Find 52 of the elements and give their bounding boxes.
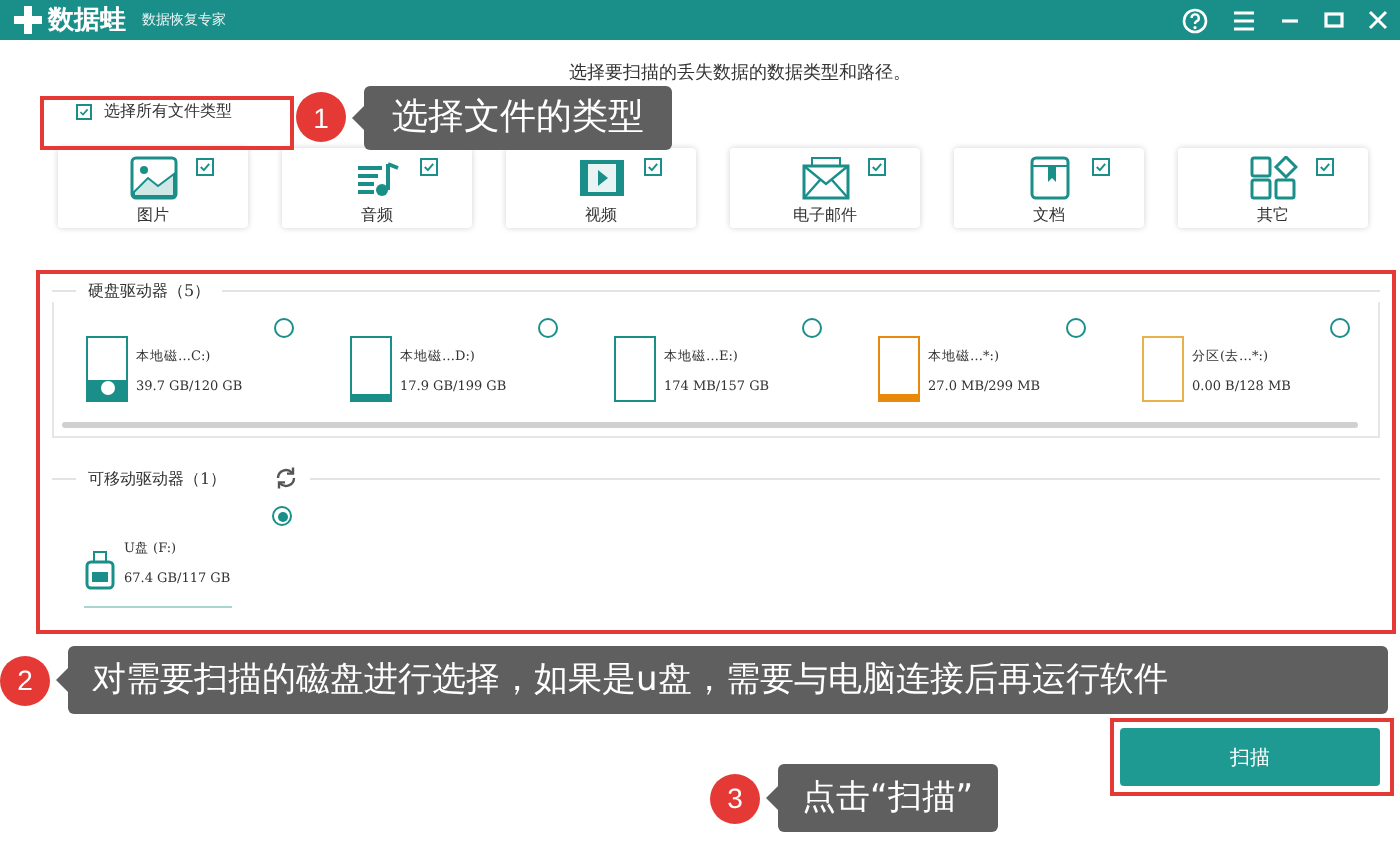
picture-icon bbox=[129, 156, 177, 200]
maximize-icon[interactable] bbox=[1324, 10, 1344, 30]
radio-button[interactable] bbox=[1066, 318, 1086, 338]
radio-button[interactable] bbox=[1330, 318, 1350, 338]
usb-drive-icon bbox=[84, 550, 116, 590]
file-type-label: 视频 bbox=[585, 204, 617, 226]
file-type-card[interactable]: 音频 bbox=[282, 148, 472, 228]
file-type-label: 文档 bbox=[1033, 204, 1065, 226]
file-type-card[interactable]: 视频 bbox=[506, 148, 696, 228]
file-type-card[interactable]: 电子邮件 bbox=[730, 148, 920, 228]
checkbox[interactable] bbox=[868, 158, 886, 176]
callout-text: 对需要扫描的磁盘进行选择，如果是u盘，需要与电脑连接后再运行软件 bbox=[68, 646, 1388, 715]
checkbox[interactable] bbox=[1092, 158, 1110, 176]
callout-pointer bbox=[352, 105, 364, 130]
checkbox[interactable] bbox=[76, 103, 92, 119]
group-title: 硬盘驱动器（5） bbox=[88, 280, 211, 302]
instruction-text: 选择要扫描的丢失数据的数据类型和路径。 bbox=[567, 61, 913, 84]
help-icon[interactable] bbox=[1182, 7, 1208, 33]
grid-icon bbox=[1249, 156, 1297, 200]
step-number-badge: 1 bbox=[296, 92, 346, 143]
file-type-card[interactable]: 图片 bbox=[58, 148, 248, 228]
callout-text: 点击“扫描” bbox=[778, 764, 998, 833]
callout-pointer bbox=[766, 786, 778, 811]
step-number-badge: 2 bbox=[0, 655, 50, 706]
music-icon bbox=[353, 156, 401, 200]
step-number-badge: 3 bbox=[710, 773, 760, 824]
radio-button[interactable] bbox=[802, 318, 822, 338]
file-type-label: 电子邮件 bbox=[793, 204, 857, 226]
menu-icon[interactable] bbox=[1232, 9, 1256, 31]
callout-text: 选择文件的类型 bbox=[364, 86, 672, 150]
radio-button[interactable] bbox=[272, 506, 292, 526]
file-type-label: 音频 bbox=[361, 204, 393, 226]
file-type-card[interactable]: 文档 bbox=[954, 148, 1144, 228]
radio-button[interactable] bbox=[274, 318, 294, 338]
group-title: 可移动驱动器（1） bbox=[88, 467, 227, 489]
checkbox[interactable] bbox=[196, 158, 214, 176]
book-icon bbox=[1025, 156, 1073, 200]
checkbox[interactable] bbox=[420, 158, 438, 176]
file-type-label: 其它 bbox=[1257, 204, 1289, 226]
cross-logo-icon bbox=[12, 4, 44, 36]
app-logo: 数据蛙 bbox=[48, 4, 126, 38]
close-icon[interactable] bbox=[1368, 10, 1388, 30]
file-type-card[interactable]: 其它 bbox=[1178, 148, 1368, 228]
radio-button[interactable] bbox=[538, 318, 558, 338]
select-all-label: 选择所有文件类型 bbox=[104, 100, 232, 122]
callout-pointer bbox=[56, 668, 68, 693]
film-icon bbox=[577, 156, 625, 200]
envelope-icon bbox=[801, 156, 849, 200]
file-type-label: 图片 bbox=[137, 204, 169, 226]
refresh-icon[interactable] bbox=[274, 466, 299, 490]
checkbox[interactable] bbox=[1316, 158, 1334, 176]
checkbox[interactable] bbox=[644, 158, 662, 176]
